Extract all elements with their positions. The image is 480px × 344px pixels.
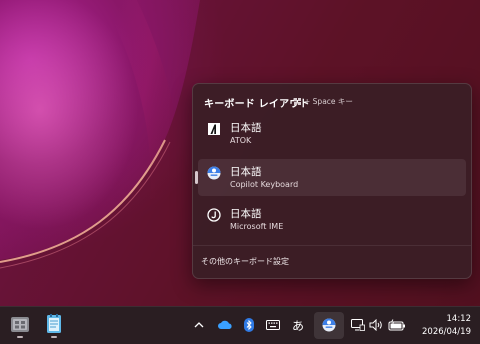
atok-icon — [208, 123, 220, 135]
chevron-up-icon[interactable] — [192, 315, 206, 335]
file-manager-app-icon[interactable] — [8, 313, 32, 338]
touch-keyboard-icon[interactable] — [264, 315, 282, 335]
layout-item-microsoft-ime[interactable]: 日本語 Microsoft IME — [198, 201, 466, 238]
layout-ime-name: ATOK — [230, 136, 252, 145]
copilot-keyboard-icon — [207, 166, 221, 180]
copilot-keyboard-icon[interactable] — [319, 315, 339, 335]
notepad-app-icon[interactable] — [42, 313, 66, 338]
shortcut-hint-text: + Space キー — [304, 97, 353, 106]
network-icon[interactable] — [350, 315, 366, 335]
ime-mode-text: あ — [291, 318, 304, 333]
layout-language: 日本語 — [230, 122, 262, 134]
more-keyboard-settings-link[interactable]: その他のキーボード設定 — [201, 256, 289, 267]
keyboard-layout-flyout: キーボード レイアウト + Space キー 日本語 ATOK 日本語 Copi… — [192, 83, 472, 279]
system-clock[interactable]: 14:12 2026/04/19 — [415, 313, 471, 339]
taskbar: あ 14:12 2026/04/19 — [0, 306, 480, 344]
clock-date: 2026/04/19 — [422, 327, 471, 337]
layout-item-copilot-keyboard[interactable]: 日本語 Copilot Keyboard — [195, 159, 466, 196]
battery-icon[interactable] — [387, 315, 407, 335]
selection-indicator — [195, 171, 198, 184]
onedrive-cloud-icon[interactable] — [216, 315, 234, 335]
layout-ime-name: Copilot Keyboard — [230, 180, 299, 189]
shortcut-hint: + Space キー — [294, 96, 353, 107]
flyout-footer: その他のキーボード設定 — [193, 245, 471, 279]
clock-time: 14:12 — [446, 314, 472, 324]
layout-ime-name: Microsoft IME — [230, 222, 284, 231]
bluetooth-icon[interactable] — [242, 315, 256, 335]
windows-key-icon — [294, 98, 301, 105]
layout-item-atok[interactable]: 日本語 ATOK — [198, 115, 466, 152]
layout-language: 日本語 — [230, 208, 262, 220]
layout-language: 日本語 — [230, 166, 262, 178]
volume-icon[interactable] — [368, 315, 384, 335]
microsoft-ime-icon — [207, 208, 221, 222]
ime-mode-indicator[interactable]: あ — [288, 315, 308, 335]
